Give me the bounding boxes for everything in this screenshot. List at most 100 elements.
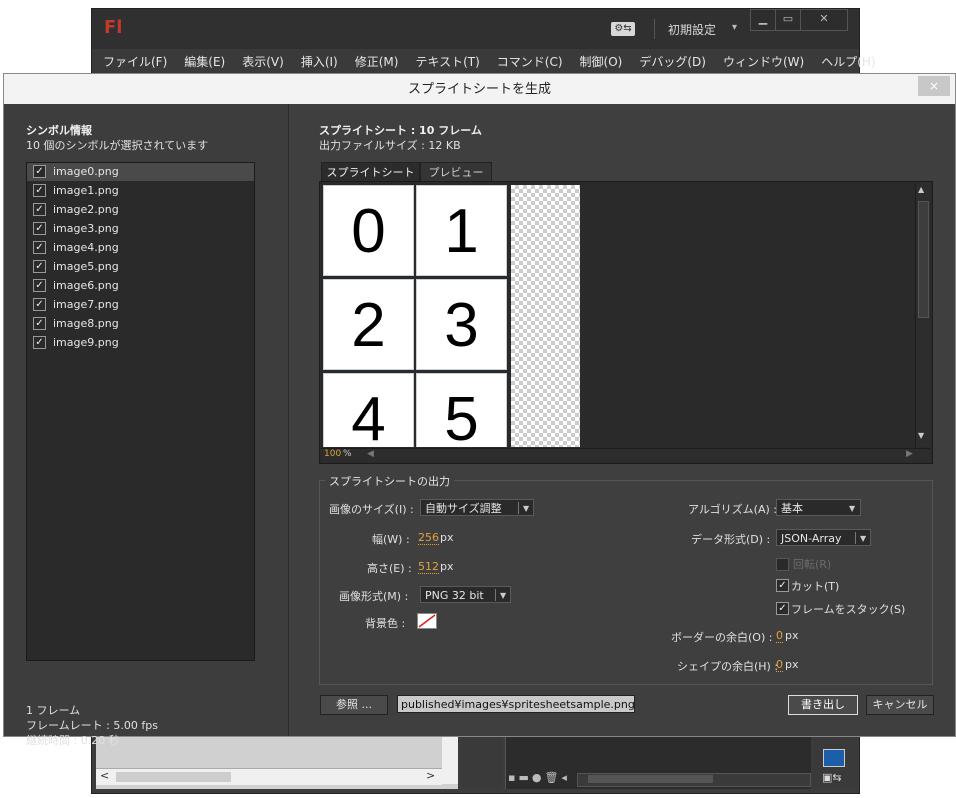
preview-vertical-scrollbar[interactable]: ▲ ▼ <box>915 183 930 447</box>
timeline-scrollbar[interactable] <box>577 773 811 787</box>
list-item[interactable]: ✓ image3.png <box>27 220 254 238</box>
checkbox-checked-icon[interactable]: ✓ <box>33 279 46 292</box>
stack-frames-label: フレームをスタック(S) <box>791 603 906 616</box>
output-group-legend: スプライトシートの出力 <box>325 473 454 489</box>
swap-colors-icon[interactable]: ▣⇆ <box>822 771 842 784</box>
border-padding-input[interactable]: 0 <box>776 629 783 643</box>
width-label: 幅(W) : <box>372 533 410 546</box>
list-item[interactable]: ✓ image5.png <box>27 258 254 276</box>
data-format-dropdown[interactable]: JSON-Array ▼ <box>776 529 871 546</box>
cancel-button[interactable]: キャンセル <box>866 695 934 715</box>
checkbox-checked-icon[interactable]: ✓ <box>33 336 46 349</box>
duration: 継続時間 : 0.20 秒 <box>26 734 120 747</box>
preview-horizontal-scrollbar[interactable]: 100 % ◀ ▶ <box>321 448 930 462</box>
symbol-name: image7.png <box>53 298 119 311</box>
menu-view[interactable]: 表示(V) <box>242 53 284 70</box>
image-size-dropdown[interactable]: 自動サイズ調整 ▼ <box>420 499 534 516</box>
menu-window[interactable]: ウィンドウ(W) <box>723 53 804 70</box>
list-item[interactable]: ✓ image9.png <box>27 334 254 352</box>
scrollbar-thumb[interactable] <box>116 772 231 782</box>
output-path-input[interactable]: published¥images¥spritesheetsample.png <box>397 695 635 713</box>
checkbox-checked-icon[interactable]: ✓ <box>33 165 46 178</box>
menu-text[interactable]: テキスト(T) <box>415 53 479 70</box>
menu-insert[interactable]: 挿入(I) <box>301 53 338 70</box>
menu-control[interactable]: 制御(O) <box>580 53 623 70</box>
menu-modify[interactable]: 修正(M) <box>355 53 399 70</box>
list-item[interactable]: ✓ image0.png <box>27 163 254 181</box>
list-item[interactable]: ✓ image6.png <box>27 277 254 295</box>
sync-settings-icon[interactable]: ⚙⇆ <box>611 22 635 36</box>
background-color-swatch[interactable] <box>417 613 437 629</box>
shape-padding-unit: px <box>785 658 799 671</box>
width-unit: px <box>440 531 454 544</box>
shape-padding-input[interactable]: 0 <box>776 658 783 672</box>
panel-gap <box>462 737 502 789</box>
stack-frames-checkbox[interactable]: ✓ <box>776 602 789 615</box>
workspace-switcher[interactable]: 初期設定 <box>668 21 716 38</box>
scrollbar-thumb[interactable] <box>588 775 713 783</box>
image-format-dropdown[interactable]: PNG 32 bit ▼ <box>420 586 511 603</box>
symbol-list[interactable]: ✓ image0.png ✓ image1.png ✓ image2.png ✓ ima… <box>26 162 255 661</box>
window-close-icon[interactable]: ✕ <box>800 9 848 31</box>
rotate-label: 回転(R) <box>793 558 832 571</box>
chevron-down-icon[interactable]: ▼ <box>849 500 855 517</box>
chevron-down-icon[interactable]: ▾ <box>732 22 737 33</box>
menu-edit[interactable]: 編集(E) <box>184 53 225 70</box>
data-format-label: データ形式(D) : <box>691 533 771 546</box>
dialog-title: スプライトシートを生成 <box>4 74 955 104</box>
chevron-up-icon[interactable]: ▲ <box>918 185 924 194</box>
menu-file[interactable]: ファイル(F) <box>103 53 167 70</box>
tab-preview[interactable]: プレビュー <box>420 162 492 182</box>
algorithm-dropdown[interactable]: 基本 ▼ <box>776 499 861 516</box>
height-label: 高さ(E) : <box>367 562 412 575</box>
list-item[interactable]: ✓ image8.png <box>27 315 254 333</box>
symbol-name: image4.png <box>53 241 119 254</box>
dropdown-divider <box>855 532 856 544</box>
checkbox-checked-icon[interactable]: ✓ <box>33 260 46 273</box>
checkbox-checked-icon[interactable]: ✓ <box>33 222 46 235</box>
chevron-right-icon[interactable]: ▶ <box>906 449 913 459</box>
list-item[interactable]: ✓ image7.png <box>27 296 254 314</box>
export-button[interactable]: 書き出し <box>788 695 858 715</box>
chevron-down-icon[interactable]: ▼ <box>523 500 529 517</box>
menu-commands[interactable]: コマンド(C) <box>497 53 563 70</box>
symbol-name: image9.png <box>53 336 119 349</box>
trim-checkbox[interactable]: ✓ <box>776 579 789 592</box>
tab-sprite-sheet[interactable]: スプライトシート <box>321 162 420 182</box>
list-item[interactable]: ✓ image1.png <box>27 182 254 200</box>
list-item[interactable]: ✓ image4.png <box>27 239 254 257</box>
browse-button[interactable]: 参照 ... <box>320 695 388 715</box>
chevron-left-icon[interactable]: ◀ <box>367 449 374 459</box>
chevron-left-icon[interactable]: < <box>100 769 109 782</box>
checkbox-checked-icon[interactable]: ✓ <box>33 298 46 311</box>
list-item[interactable]: ✓ image2.png <box>27 201 254 219</box>
checkbox-checked-icon[interactable]: ✓ <box>33 203 46 216</box>
width-input[interactable]: 256 <box>418 531 439 545</box>
chevron-down-icon[interactable]: ▼ <box>860 530 866 547</box>
menu-help[interactable]: ヘルプ(H) <box>821 53 875 70</box>
zoom-level[interactable]: 100 <box>324 449 341 459</box>
checkbox-checked-icon[interactable]: ✓ <box>33 184 46 197</box>
layer-tools-icons[interactable]: ▪▬●🗑◂ <box>508 771 570 784</box>
symbol-name: image6.png <box>53 279 119 292</box>
app-titlebar: Fl ⚙⇆ 初期設定 ▾ ▁ ▭ ✕ <box>92 9 859 49</box>
minimize-icon[interactable]: ▁ <box>750 9 776 31</box>
chevron-down-icon[interactable]: ▼ <box>500 587 506 604</box>
zoom-unit: % <box>343 449 352 459</box>
shape-padding-label: シェイプの余白(H) : <box>677 660 779 673</box>
rotate-checkbox[interactable] <box>776 558 789 571</box>
library-vertical-scrollbar[interactable] <box>442 737 458 784</box>
chevron-right-icon[interactable]: > <box>426 769 435 782</box>
checkbox-checked-icon[interactable]: ✓ <box>33 241 46 254</box>
chevron-down-icon[interactable]: ▼ <box>918 431 924 440</box>
menu-debug[interactable]: デバッグ(D) <box>639 53 706 70</box>
symbol-name: image1.png <box>53 184 119 197</box>
scrollbar-thumb[interactable] <box>918 201 929 318</box>
library-horizontal-scrollbar[interactable]: < > <box>96 768 442 785</box>
close-icon[interactable]: × <box>918 76 950 96</box>
maximize-icon[interactable]: ▭ <box>775 9 801 31</box>
checkbox-checked-icon[interactable]: ✓ <box>33 317 46 330</box>
height-input[interactable]: 512 <box>418 560 439 574</box>
fill-color-swatch[interactable] <box>823 749 845 767</box>
image-size-label: 画像のサイズ(I) : <box>329 503 414 516</box>
